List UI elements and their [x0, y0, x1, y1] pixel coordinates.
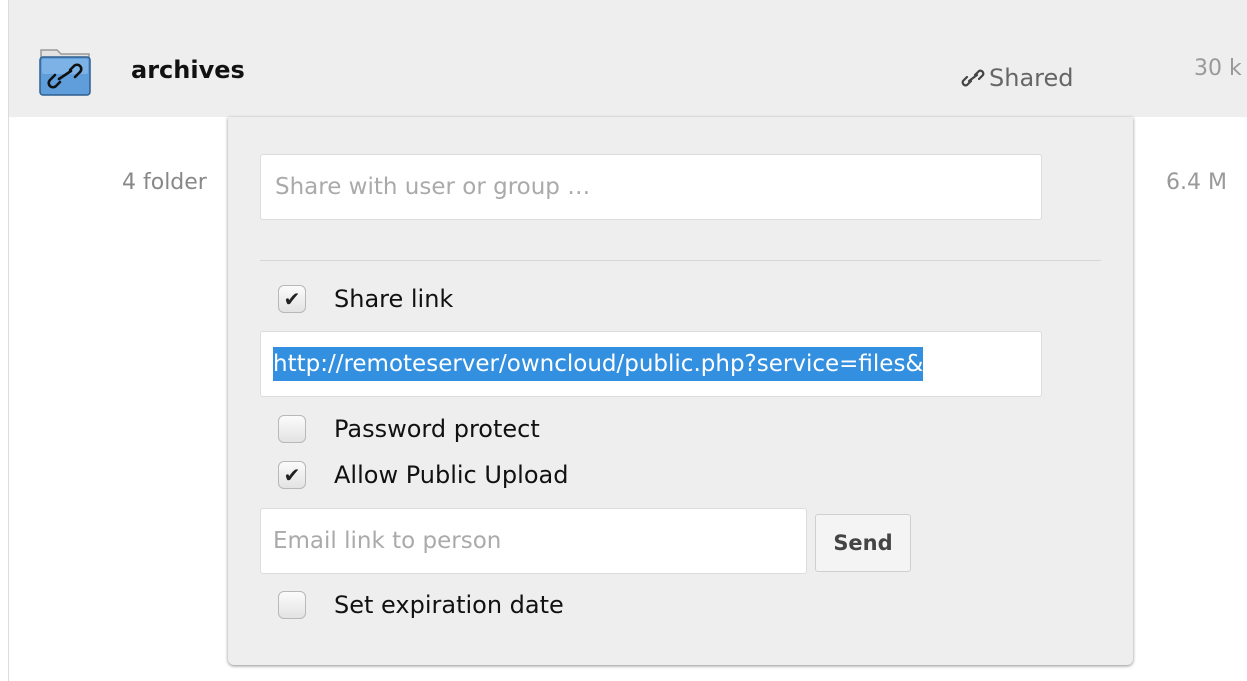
file-name[interactable]: archives — [131, 56, 245, 84]
shared-folder-icon — [37, 44, 93, 96]
share-link-toggle[interactable]: ✔ Share link — [278, 285, 453, 313]
expiration-toggle[interactable]: Set expiration date — [278, 591, 564, 619]
password-protect-toggle[interactable]: Password protect — [278, 415, 540, 443]
send-button[interactable]: Send — [815, 514, 911, 572]
share-link-field[interactable]: http://remoteserver/owncloud/public.php?… — [260, 331, 1042, 397]
expiration-checkbox[interactable] — [278, 591, 306, 619]
share-link-label: Share link — [334, 285, 454, 313]
divider — [260, 260, 1101, 261]
summary-size: 6.4 M — [1166, 170, 1227, 195]
checkmark-icon: ✔ — [283, 287, 301, 311]
expiration-label: Set expiration date — [334, 591, 564, 619]
share-link-checkbox[interactable]: ✔ — [278, 285, 306, 313]
share-with-input[interactable] — [260, 154, 1042, 220]
shared-action-label: Shared — [989, 64, 1074, 92]
shared-action-button[interactable]: Shared — [961, 64, 1074, 92]
allow-public-upload-toggle[interactable]: ✔ Allow Public Upload — [278, 461, 568, 489]
file-row-archives[interactable]: archives Shared 30 k — [9, 0, 1247, 117]
allow-public-upload-checkbox[interactable]: ✔ — [278, 461, 306, 489]
password-protect-checkbox[interactable] — [278, 415, 306, 443]
checkmark-icon: ✔ — [283, 463, 301, 487]
email-link-input[interactable] — [260, 508, 807, 574]
password-protect-label: Password protect — [334, 415, 540, 443]
file-size: 30 k — [1194, 56, 1242, 81]
link-icon — [961, 69, 985, 87]
share-dropdown: ✔ Share link http://remoteserver/ownclou… — [228, 117, 1133, 665]
allow-public-upload-label: Allow Public Upload — [334, 461, 569, 489]
summary-count: 4 folder — [122, 170, 207, 195]
share-link-url[interactable]: http://remoteserver/owncloud/public.php?… — [273, 347, 924, 381]
